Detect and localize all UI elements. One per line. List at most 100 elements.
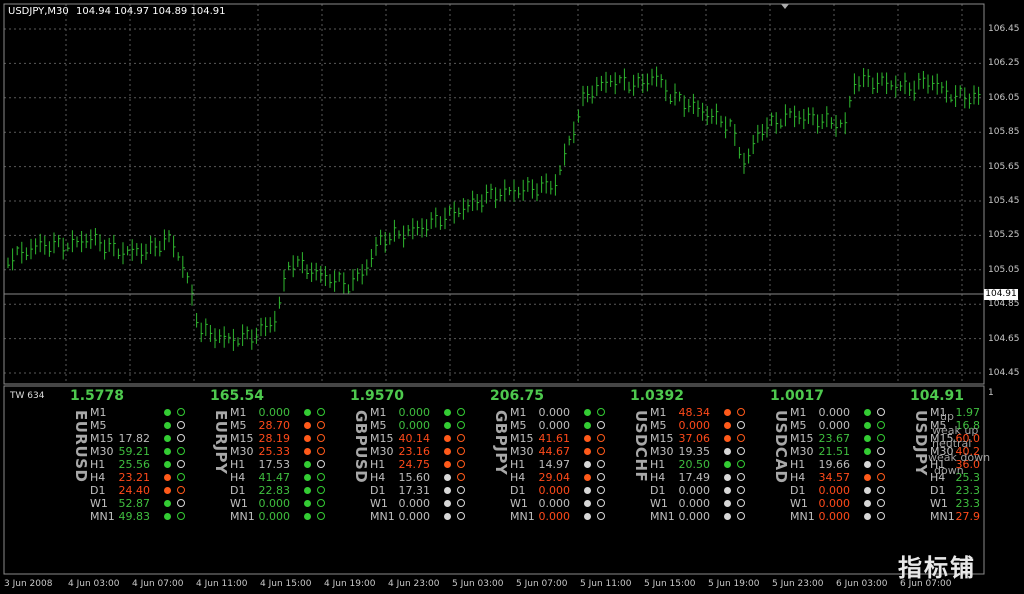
signal-dot-icon	[444, 513, 451, 520]
timeframe-value: 28.70	[258, 419, 291, 432]
shift-marker-icon[interactable]	[781, 4, 789, 9]
signal-ring-icon	[597, 408, 605, 416]
signal-ring-icon	[457, 512, 465, 520]
timeframe-value: 20.50	[678, 458, 711, 471]
timeframe-row: M15 37.06	[650, 432, 768, 445]
signal-ring-icon	[457, 460, 465, 468]
signal-ring-icon	[737, 460, 745, 468]
timeframe-row: H1 17.53	[230, 458, 348, 471]
timeframe-row: M30 19.35	[650, 445, 768, 458]
timeframe-label: D1	[90, 484, 106, 497]
signal-ring-icon	[457, 434, 465, 442]
timeframe-value: 21.51	[818, 445, 851, 458]
timeframe-value: 0.000	[398, 510, 431, 523]
signal-dot-icon	[444, 461, 451, 468]
watermark: 指标铺	[898, 554, 976, 582]
timeframe-value: 22.83	[258, 484, 291, 497]
signal-ring-icon	[597, 434, 605, 442]
indicator-title: TW 634	[10, 391, 45, 401]
signal-ring-icon	[317, 499, 325, 507]
timeframe-label: H1	[230, 458, 246, 471]
timeframe-value: 0.000	[538, 510, 571, 523]
signal-ring-icon	[877, 421, 885, 429]
signal-dot-icon	[864, 448, 871, 455]
timeframe-row: H4 41.47	[230, 471, 348, 484]
time-tick-label: 5 Jun 07:00	[516, 579, 568, 589]
timeframe-row: W1 0.000	[510, 497, 628, 510]
panel-symbol: GBPUSD	[352, 410, 370, 484]
timeframe-value: 23.16	[398, 445, 431, 458]
price-tick-label: 104.65	[988, 333, 1020, 344]
timeframe-value: 17.82	[118, 432, 151, 445]
price-bars	[7, 66, 981, 351]
time-tick-label: 4 Jun 11:00	[196, 579, 248, 589]
signal-ring-icon	[177, 408, 185, 416]
time-tick-label: 4 Jun 03:00	[68, 579, 120, 589]
signal-dot-icon	[304, 435, 311, 442]
signal-dot-icon	[724, 487, 731, 494]
timeframe-row: M1 0.000	[230, 406, 348, 419]
timeframe-row: D1 0.000	[650, 484, 768, 497]
signal-dot-icon	[444, 487, 451, 494]
legend-word: neutral	[932, 437, 972, 450]
time-tick-label: 4 Jun 15:00	[260, 579, 312, 589]
timeframe-value: 40.14	[398, 432, 431, 445]
timeframe-row: M5	[90, 419, 208, 432]
timeframe-row: D1 24.40	[90, 484, 208, 497]
signal-dot-icon	[864, 474, 871, 481]
timeframe-row: D1 0.000	[790, 484, 908, 497]
signal-ring-icon	[877, 499, 885, 507]
signal-dot-icon	[584, 461, 591, 468]
timeframe-value: 23.67	[818, 432, 851, 445]
timeframe-row: H4 23.21	[90, 471, 208, 484]
timeframe-value: 0.000	[818, 406, 851, 419]
price-tick-label: 104.45	[988, 368, 1020, 378]
price-tick-label: 105.45	[988, 196, 1020, 206]
timeframe-label: H1	[790, 458, 806, 471]
time-tick-label: 5 Jun 23:00	[772, 579, 824, 589]
timeframe-value: 0.000	[678, 484, 711, 497]
timeframe-value: 59.21	[118, 445, 151, 458]
signal-dot-icon	[584, 500, 591, 507]
timeframe-label: M5	[510, 419, 527, 432]
timeframe-value: 23.3	[955, 497, 981, 510]
signal-ring-icon	[457, 473, 465, 481]
timeframe-value: 0.000	[398, 419, 431, 432]
timeframe-value: 0.000	[398, 497, 431, 510]
signal-dot-icon	[164, 448, 171, 455]
signal-ring-icon	[877, 512, 885, 520]
signal-dot-icon	[304, 487, 311, 494]
legend-word: up	[940, 410, 954, 423]
timeframe-row: H1 25.56	[90, 458, 208, 471]
timeframe-value: 0.000	[818, 497, 851, 510]
signal-dot-icon	[584, 435, 591, 442]
timeframe-row: MN1 49.83	[90, 510, 208, 523]
timeframe-row: MN1 0.000	[230, 510, 348, 523]
signal-ring-icon	[317, 434, 325, 442]
signal-ring-icon	[177, 512, 185, 520]
timeframe-row: M15 17.82	[90, 432, 208, 445]
timeframe-row: H4 34.57	[790, 471, 908, 484]
timeframe-value: 0.000	[678, 510, 711, 523]
signal-ring-icon	[737, 499, 745, 507]
timeframe-value: 44.67	[538, 445, 571, 458]
signal-ring-icon	[597, 460, 605, 468]
legend-word: weak up	[932, 424, 979, 437]
timeframe-row: MN1 0.000	[510, 510, 628, 523]
timeframe-row: D1 17.31	[370, 484, 488, 497]
legend-word: down	[934, 464, 964, 477]
timeframe-value: 28.19	[258, 432, 291, 445]
signal-ring-icon	[597, 447, 605, 455]
signal-dot-icon	[304, 409, 311, 416]
signal-ring-icon	[457, 421, 465, 429]
timeframe-row: M1 0.000	[370, 406, 488, 419]
signal-dot-icon	[444, 500, 451, 507]
currency-panel-eurusd: 1.5778 EURUSD M1 M5 M15 17.82 M30 59.21 H1 25.56 H…	[68, 388, 208, 528]
signal-ring-icon	[177, 473, 185, 481]
timeframe-row: H4 17.49	[650, 471, 768, 484]
timeframe-value: 41.61	[538, 432, 571, 445]
signal-ring-icon	[317, 421, 325, 429]
signal-ring-icon	[597, 499, 605, 507]
panel-symbol: GBPJPY	[492, 410, 510, 476]
signal-dot-icon	[304, 474, 311, 481]
